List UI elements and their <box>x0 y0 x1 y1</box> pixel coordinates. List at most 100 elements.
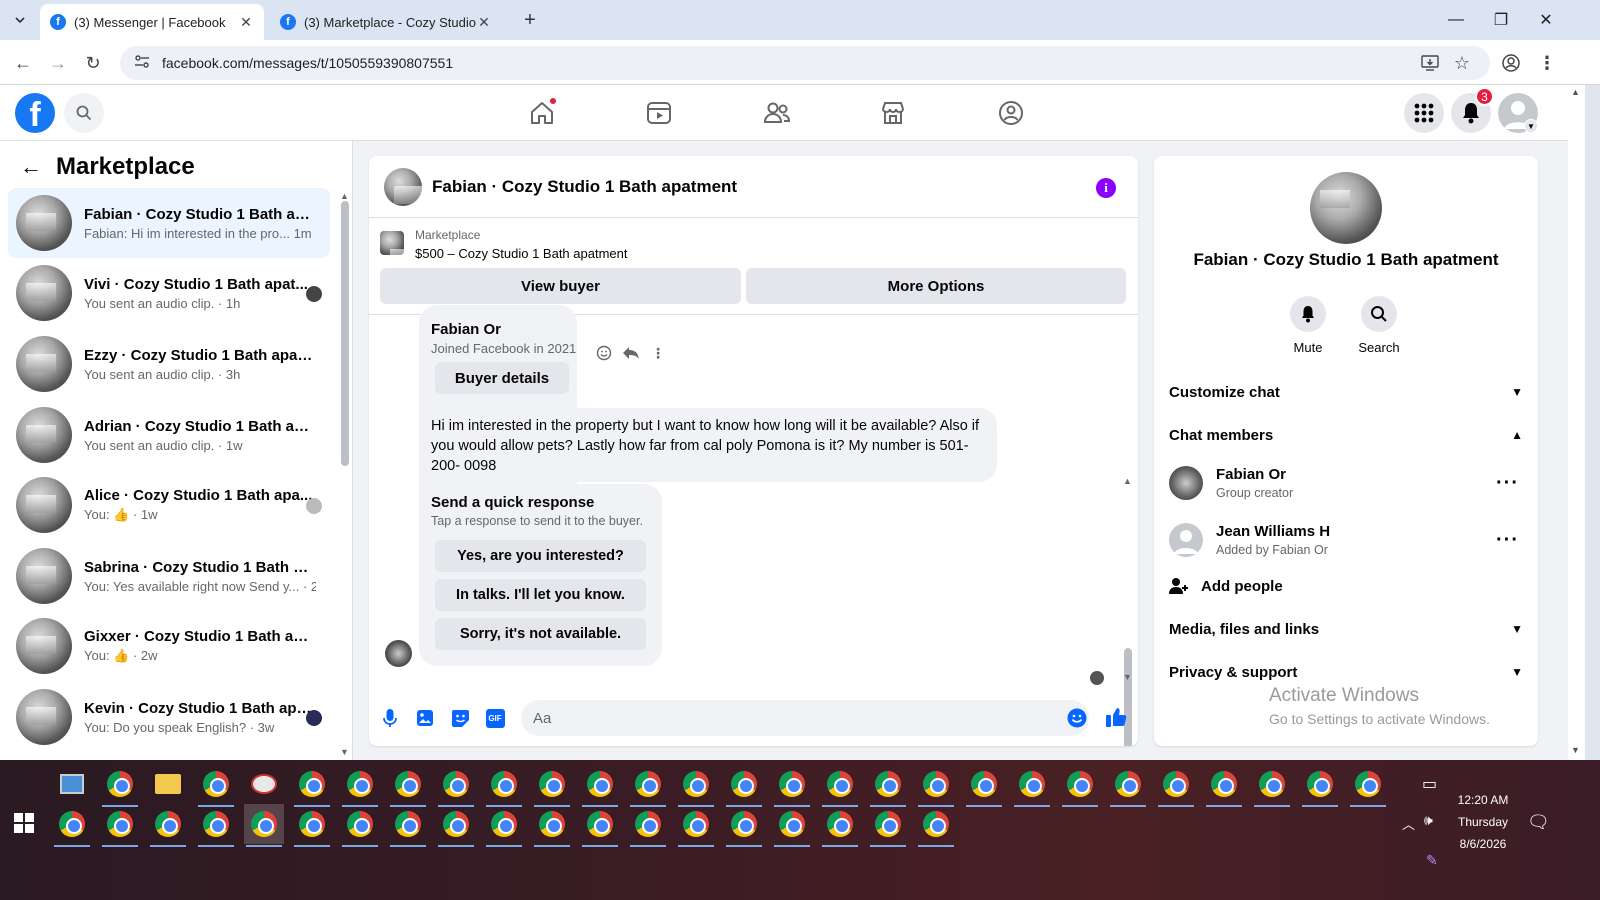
minimize-button[interactable]: — <box>1433 0 1479 40</box>
profile-avatar[interactable] <box>1310 172 1382 244</box>
chrome-window-icon[interactable] <box>580 804 620 847</box>
chrome-window-icon[interactable] <box>1012 764 1052 807</box>
chrome-window-icon[interactable] <box>100 764 140 807</box>
close-tab-icon[interactable]: ✕ <box>476 14 492 30</box>
chrome-window-icon[interactable] <box>340 764 380 807</box>
conversation-item[interactable]: Kevin · Cozy Studio 1 Bath apa... You: D… <box>8 682 330 752</box>
like-thumb-icon[interactable] <box>1104 705 1128 729</box>
buyer-details-button[interactable]: Buyer details <box>435 362 569 394</box>
quick-response-option[interactable]: Sorry, it's not available. <box>435 618 646 650</box>
mute-button[interactable]: Mute <box>1273 296 1343 355</box>
chrome-window-icon[interactable] <box>148 804 188 847</box>
this-pc-icon[interactable] <box>52 764 92 804</box>
chrome-window-icon[interactable] <box>868 804 908 847</box>
nav-marketplace[interactable] <box>863 93 923 133</box>
nav-video[interactable] <box>629 93 689 133</box>
chat-avatar[interactable] <box>384 167 422 206</box>
chrome-window-icon[interactable] <box>196 804 236 847</box>
emoji-icon[interactable] <box>1065 706 1089 730</box>
tab-marketplace[interactable]: f (3) Marketplace - Cozy Studio 1 ✕ <box>270 4 502 40</box>
chrome-window-icon[interactable] <box>676 804 716 847</box>
scroll-down-icon[interactable]: ▼ <box>340 747 349 757</box>
close-window-button[interactable]: ✕ <box>1523 0 1569 40</box>
chrome-window-icon[interactable] <box>964 764 1004 807</box>
customize-chat-section[interactable]: Customize chat ▼ <box>1169 374 1523 410</box>
chrome-window-icon[interactable] <box>916 764 956 807</box>
chrome-window-icon[interactable] <box>340 804 380 847</box>
chrome-window-icon[interactable] <box>388 764 428 807</box>
page-scrollbar[interactable]: ▲ ▼ <box>1568 85 1585 760</box>
paint-icon[interactable] <box>244 764 284 804</box>
chrome-window-icon[interactable] <box>436 804 476 847</box>
search-in-conversation-button[interactable]: Search <box>1344 296 1414 355</box>
microphone-icon[interactable] <box>378 706 402 730</box>
conversation-item[interactable]: Alice · Cozy Studio 1 Bath apa... You: 👍… <box>8 470 330 540</box>
facebook-search-button[interactable] <box>64 93 104 133</box>
chat-title[interactable]: Fabian · Cozy Studio 1 Bath apatment <box>432 177 737 197</box>
chrome-window-icon[interactable] <box>1108 764 1148 807</box>
facebook-logo[interactable]: f <box>15 93 55 133</box>
chrome-window-icon[interactable] <box>532 764 572 807</box>
file-explorer-icon[interactable] <box>148 764 188 804</box>
action-center-icon[interactable]: 🗨 <box>1527 812 1550 833</box>
conversation-item[interactable]: Gixxer · Cozy Studio 1 Bath apat... You:… <box>8 611 330 681</box>
member-options-icon[interactable]: ··· <box>1496 529 1519 552</box>
chrome-window-icon[interactable] <box>1060 764 1100 807</box>
scroll-up-icon[interactable]: ▲ <box>340 191 349 201</box>
chrome-window-icon[interactable] <box>1348 764 1388 807</box>
more-options-button[interactable]: More Options <box>746 268 1126 304</box>
account-chevron-icon[interactable]: ▼ <box>1524 119 1538 133</box>
info-icon[interactable]: i <box>1096 178 1116 198</box>
chrome-window-icon[interactable] <box>772 764 812 807</box>
address-bar[interactable]: facebook.com/messages/t/1050559390807551 <box>120 46 1490 80</box>
taskbar-clock[interactable]: 12:20 AM Thursday 8/6/2026 <box>1448 789 1518 855</box>
site-info-icon[interactable] <box>134 54 150 72</box>
nav-friends[interactable] <box>747 93 807 133</box>
conversation-list-scrollbar[interactable] <box>341 201 349 466</box>
message-input[interactable]: Aa <box>521 700 1089 736</box>
chrome-window-icon[interactable] <box>628 764 668 807</box>
chrome-window-icon[interactable] <box>484 804 524 847</box>
chrome-window-icon[interactable] <box>52 804 92 847</box>
browser-menu-icon[interactable]: ⋮ <box>1532 48 1562 78</box>
member-row[interactable]: Jean Williams H Added by Fabian Or ··· <box>1169 515 1523 565</box>
chrome-window-icon[interactable] <box>436 764 476 807</box>
chrome-window-icon[interactable] <box>580 764 620 807</box>
profile-icon[interactable] <box>1496 48 1526 78</box>
tab-search-menu-icon[interactable] <box>8 8 32 32</box>
reload-button[interactable]: ↻ <box>78 48 108 78</box>
chrome-window-icon[interactable] <box>196 764 236 807</box>
quick-response-option[interactable]: In talks. I'll let you know. <box>435 579 646 611</box>
chrome-window-icon[interactable] <box>676 764 716 807</box>
chrome-window-icon[interactable] <box>244 804 284 847</box>
menu-grid-button[interactable] <box>1404 93 1444 133</box>
chrome-window-icon[interactable] <box>1156 764 1196 807</box>
chrome-window-icon[interactable] <box>292 804 332 847</box>
close-tab-icon[interactable]: ✕ <box>238 14 254 30</box>
chrome-window-icon[interactable] <box>820 804 860 847</box>
member-row[interactable]: Fabian Or Group creator ··· <box>1169 458 1523 508</box>
chrome-window-icon[interactable] <box>772 804 812 847</box>
tablet-mode-icon[interactable]: ▭ <box>1422 774 1437 794</box>
chrome-window-icon[interactable] <box>916 804 956 847</box>
back-arrow-icon[interactable]: ← <box>20 154 42 180</box>
reply-icon[interactable] <box>621 343 641 363</box>
chrome-window-icon[interactable] <box>484 764 524 807</box>
chrome-window-icon[interactable] <box>628 804 668 847</box>
chrome-window-icon[interactable] <box>388 804 428 847</box>
photo-icon[interactable] <box>413 706 437 730</box>
back-button[interactable]: ← <box>8 48 38 78</box>
chrome-window-icon[interactable] <box>868 764 908 807</box>
view-buyer-button[interactable]: View buyer <box>380 268 741 304</box>
show-hidden-icons[interactable]: ︿ <box>1402 814 1415 833</box>
nav-home[interactable] <box>512 93 572 133</box>
gif-icon[interactable]: GIF <box>483 706 507 730</box>
conversation-item[interactable]: Ezzy · Cozy Studio 1 Bath apatm... You s… <box>8 329 330 399</box>
maximize-button[interactable]: ❐ <box>1478 0 1524 40</box>
scroll-up-icon[interactable]: ▲ <box>1123 476 1132 486</box>
chrome-window-icon[interactable] <box>100 804 140 847</box>
chat-members-section[interactable]: Chat members ▲ <box>1169 417 1523 453</box>
windows-start-icon[interactable] <box>14 813 34 833</box>
conversation-item[interactable]: Sabrina · Cozy Studio 1 Bath apa... You:… <box>8 541 330 611</box>
conversation-item[interactable]: Vivi · Cozy Studio 1 Bath apat... You se… <box>8 258 330 328</box>
